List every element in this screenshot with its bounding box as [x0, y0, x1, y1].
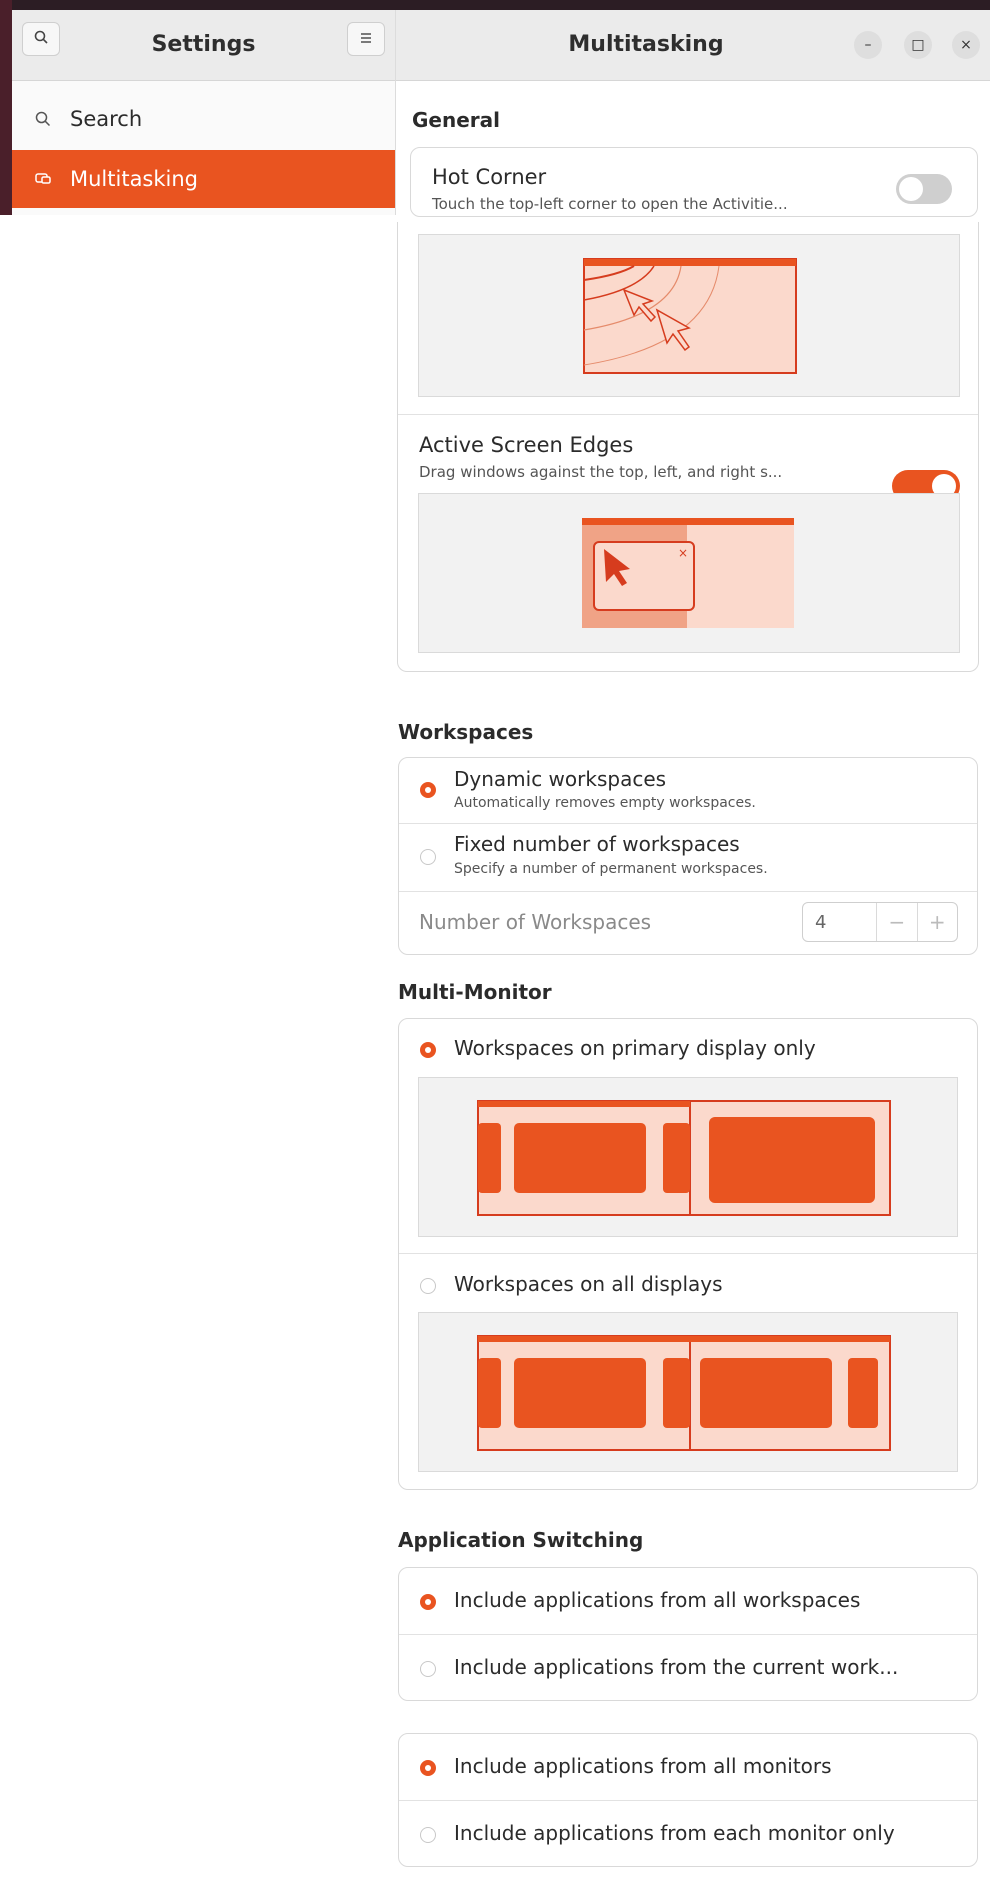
number-of-workspaces-label: Number of Workspaces	[419, 910, 652, 934]
hot-corner-subtitle: Touch the top-left corner to open the Ac…	[432, 195, 788, 213]
hot-corner-toggle[interactable]	[896, 174, 952, 204]
multitasking-icon	[34, 171, 58, 187]
all-displays-radio[interactable]	[420, 1278, 436, 1294]
blank-area	[0, 218, 396, 1877]
divider	[398, 414, 978, 415]
hamburger-menu-icon	[358, 30, 374, 49]
page-title: Multitasking	[568, 32, 724, 57]
hot-corner-title: Hot Corner	[432, 165, 547, 189]
divider	[399, 1800, 977, 1801]
workspaces-spinbutton[interactable]: 4 − +	[802, 902, 958, 942]
minimize-icon: –	[864, 37, 872, 53]
divider	[399, 1253, 977, 1254]
search-icon	[34, 110, 58, 128]
close-button[interactable]: ×	[952, 31, 980, 59]
option-title[interactable]: Workspaces on primary display only	[454, 1036, 816, 1060]
section-title-general: General	[412, 108, 500, 132]
maximize-button[interactable]: □	[904, 31, 932, 59]
section-title-workspaces: Workspaces	[398, 720, 534, 744]
each-monitor-radio[interactable]	[420, 1827, 436, 1843]
divider	[399, 891, 977, 892]
option-title[interactable]: Include applications from the current wo…	[454, 1655, 898, 1679]
option-subtitle: Automatically removes empty workspaces.	[454, 795, 756, 811]
maximize-icon: □	[911, 37, 925, 53]
option-subtitle: Specify a number of permanent workspaces…	[454, 861, 768, 877]
option-title[interactable]: Include applications from all workspaces	[454, 1588, 860, 1612]
fixed-workspaces-radio[interactable]	[420, 849, 436, 865]
sidebar-item-label: Search	[70, 107, 143, 131]
option-title[interactable]: Include applications from each monitor o…	[454, 1821, 895, 1845]
window-frame-top	[0, 0, 990, 10]
option-title[interactable]: Include applications from all monitors	[454, 1754, 832, 1778]
sidebar-item-multitasking[interactable]: Multitasking	[12, 150, 395, 208]
menu-button[interactable]	[347, 22, 385, 56]
sidebar-item-search[interactable]: Search	[12, 90, 395, 148]
hot-corner-preview	[418, 234, 960, 397]
workspaces-count[interactable]: 4	[803, 912, 876, 933]
fixed-workspaces-row[interactable]: Fixed number of workspaces Specify a num…	[398, 824, 978, 890]
all-displays-preview	[418, 1312, 958, 1472]
section-title-app-switching: Application Switching	[398, 1528, 644, 1552]
divider	[399, 1634, 977, 1635]
section-title-multi-monitor: Multi-Monitor	[398, 980, 552, 1004]
svg-text:×: ×	[678, 546, 688, 560]
decrement-button[interactable]: −	[876, 903, 916, 941]
close-icon: ×	[960, 37, 972, 53]
sidebar-item-label: Multitasking	[70, 167, 199, 191]
option-title: Fixed number of workspaces	[454, 832, 740, 856]
option-title[interactable]: Workspaces on all displays	[454, 1272, 723, 1296]
all-monitors-radio[interactable]	[420, 1760, 436, 1776]
current-workspace-radio[interactable]	[420, 1661, 436, 1677]
sidebar-header: Settings	[12, 10, 395, 81]
dynamic-workspaces-row[interactable]: Dynamic workspaces Automatically removes…	[398, 757, 978, 823]
all-workspaces-radio[interactable]	[420, 1594, 436, 1610]
active-edges-title: Active Screen Edges	[419, 433, 634, 457]
dynamic-workspaces-radio[interactable]	[420, 782, 436, 798]
primary-display-preview	[418, 1077, 958, 1237]
active-edges-subtitle: Drag windows against the top, left, and …	[419, 463, 783, 481]
increment-button[interactable]: +	[916, 903, 957, 941]
minimize-button[interactable]: –	[854, 31, 882, 59]
sidebar-title: Settings	[151, 32, 256, 57]
option-title: Dynamic workspaces	[454, 767, 667, 791]
primary-display-radio[interactable]	[420, 1042, 436, 1058]
main-header: Multitasking – □ ×	[396, 10, 990, 81]
active-edges-preview: ×	[418, 493, 960, 653]
window-frame-left	[0, 0, 12, 215]
